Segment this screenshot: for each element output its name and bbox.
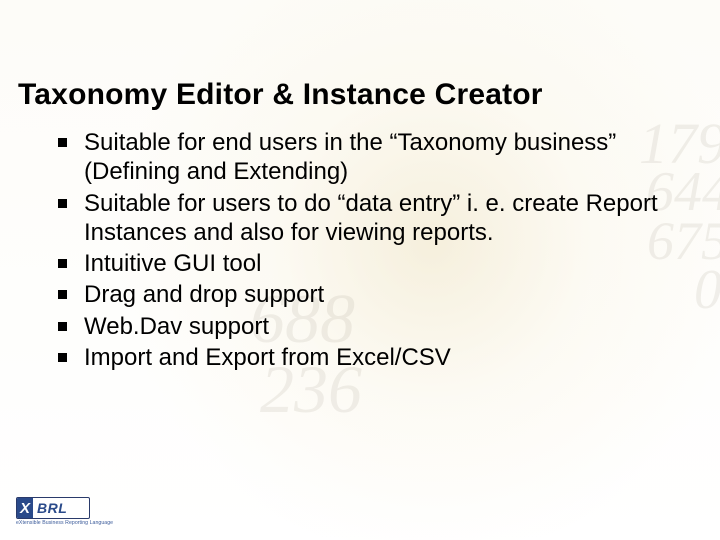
xbrl-logo-x: X	[17, 498, 33, 518]
xbrl-logo-tagline: eXtensible Business Reporting Language	[16, 520, 90, 526]
bullet-list: Suitable for end users in the “Taxonomy …	[58, 128, 680, 374]
slide-title: Taxonomy Editor & Instance Creator	[18, 78, 702, 112]
list-item: Suitable for end users in the “Taxonomy …	[58, 128, 680, 187]
list-item: Web.Dav support	[58, 312, 680, 341]
xbrl-logo-brl: BRL	[33, 498, 71, 518]
xbrl-logo: X BRL eXtensible Business Reporting Lang…	[16, 497, 90, 526]
xbrl-logo-mark: X BRL	[16, 497, 90, 519]
list-item: Import and Export from Excel/CSV	[58, 343, 680, 372]
slide: Taxonomy Editor & Instance Creator Suita…	[0, 0, 720, 540]
list-item: Intuitive GUI tool	[58, 249, 680, 278]
list-item: Suitable for users to do “data entry” i.…	[58, 189, 680, 248]
list-item: Drag and drop support	[58, 280, 680, 309]
